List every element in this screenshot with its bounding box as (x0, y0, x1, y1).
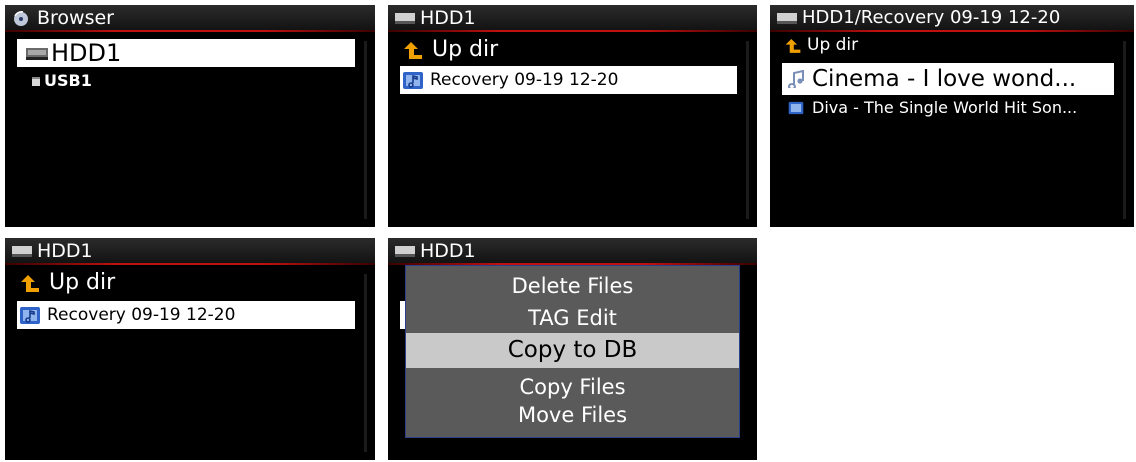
up-arrow-icon (21, 275, 39, 292)
list-item-label: Up dir (432, 37, 499, 62)
drive-icon (26, 48, 48, 60)
scrollbar[interactable] (1123, 41, 1126, 219)
folder-icon (403, 72, 423, 89)
title-underline (770, 30, 1134, 32)
list-item-recovery-folder[interactable]: Recovery 09-19 12-20 (17, 301, 355, 329)
menu-item-delete-files[interactable]: Delete Files (406, 271, 739, 301)
drive-icon (12, 246, 32, 257)
title-bar: HDD1/Recovery 09-19 12-20 (770, 5, 1134, 31)
title-bar: HDD1 (5, 238, 375, 264)
list-item-recovery-folder[interactable]: Recovery 09-19 12-20 (400, 66, 737, 94)
drive-icon (777, 13, 797, 24)
up-arrow-icon (404, 42, 422, 59)
up-arrow-icon (785, 38, 801, 53)
list-item-cinema-track[interactable]: Cinema - I love wond... (782, 63, 1114, 95)
hdd1-screen: HDD1 Up dir Recovery 09-19 12-20 (388, 5, 757, 227)
scrollbar[interactable] (746, 41, 749, 219)
title-bar: Browser (5, 5, 375, 31)
drive-icon (395, 13, 415, 24)
context-menu: Delete Files TAG Edit Copy to DB Copy Fi… (405, 265, 740, 438)
list-item-label: Up dir (49, 270, 116, 295)
hdd1-menu-screen: HDD1 Delete Files TAG Edit Copy to DB Co… (388, 238, 757, 460)
menu-item-tag-edit[interactable]: TAG Edit (406, 303, 739, 333)
list-item-label: Diva - The Single World Hit Son... (812, 98, 1078, 117)
title-underline (388, 30, 757, 32)
screen-title: HDD1 (420, 240, 476, 262)
up-dir-item[interactable]: Up dir (17, 268, 355, 298)
recovery-folder-screen: HDD1/Recovery 09-19 12-20 Up dir Cinema … (770, 5, 1134, 227)
menu-item-move-files[interactable]: Move Files (406, 400, 739, 430)
up-dir-item[interactable]: Up dir (400, 35, 737, 65)
up-dir-item[interactable]: Up dir (782, 33, 1114, 57)
folder-icon (20, 307, 40, 324)
scrollbar[interactable] (364, 274, 367, 452)
menu-item-copy-files[interactable]: Copy Files (406, 372, 739, 402)
browser-screen: Browser HDD1 USB1 (5, 5, 375, 227)
list-item-label: Recovery 09-19 12-20 (430, 70, 619, 90)
hdd1-screen: HDD1 Up dir Recovery 09-19 12-20 (5, 238, 375, 460)
list-item-label: HDD1 (51, 39, 122, 67)
screen-title: HDD1 (420, 7, 476, 29)
title-underline (5, 263, 375, 265)
title-bar: HDD1 (388, 5, 757, 31)
screen-title: HDD1 (37, 240, 93, 262)
list-item-label: Recovery 09-19 12-20 (47, 305, 236, 325)
scrollbar[interactable] (364, 41, 367, 219)
list-item-label: Up dir (807, 35, 859, 55)
list-item-label: Cinema - I love wond... (812, 66, 1077, 92)
menu-item-copy-to-db[interactable]: Copy to DB (406, 333, 739, 368)
usb-icon (32, 77, 40, 86)
screen-title: HDD1/Recovery 09-19 12-20 (802, 7, 1061, 28)
music-file-icon (788, 101, 804, 115)
disc-icon (14, 11, 28, 26)
title-underline (5, 30, 375, 32)
music-note-icon (787, 70, 804, 88)
list-item-usb1[interactable]: USB1 (17, 67, 355, 95)
list-item-label: USB1 (44, 71, 92, 90)
list-item-diva-track[interactable]: Diva - The Single World Hit Son... (782, 96, 1114, 120)
drive-icon (395, 246, 415, 257)
screen-title: Browser (37, 7, 114, 29)
title-bar: HDD1 (388, 238, 757, 264)
list-item-hdd1[interactable]: HDD1 (17, 39, 355, 67)
